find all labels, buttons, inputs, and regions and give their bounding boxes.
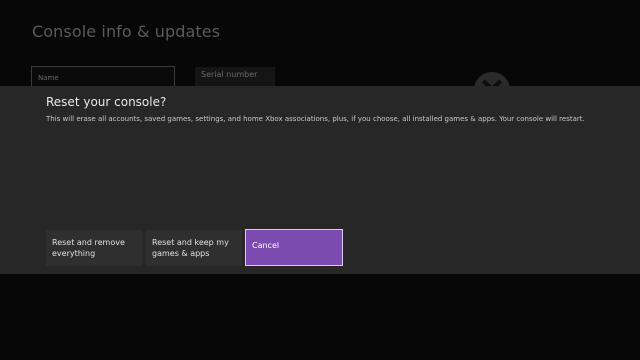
page-title: Console info & updates	[32, 22, 221, 41]
dialog-message: This will erase all accounts, saved game…	[46, 115, 585, 123]
screen: Console info & updates Name Serial numbe…	[0, 0, 640, 360]
reset-dialog: Reset your console? This will erase all …	[0, 86, 640, 274]
name-label: Name	[38, 74, 59, 82]
reset-and-keep-games-button[interactable]: Reset and keep my games & apps	[146, 230, 242, 266]
dialog-title: Reset your console?	[46, 95, 167, 109]
cancel-button[interactable]: Cancel	[245, 229, 343, 266]
reset-and-remove-everything-button[interactable]: Reset and remove everything	[46, 230, 142, 266]
